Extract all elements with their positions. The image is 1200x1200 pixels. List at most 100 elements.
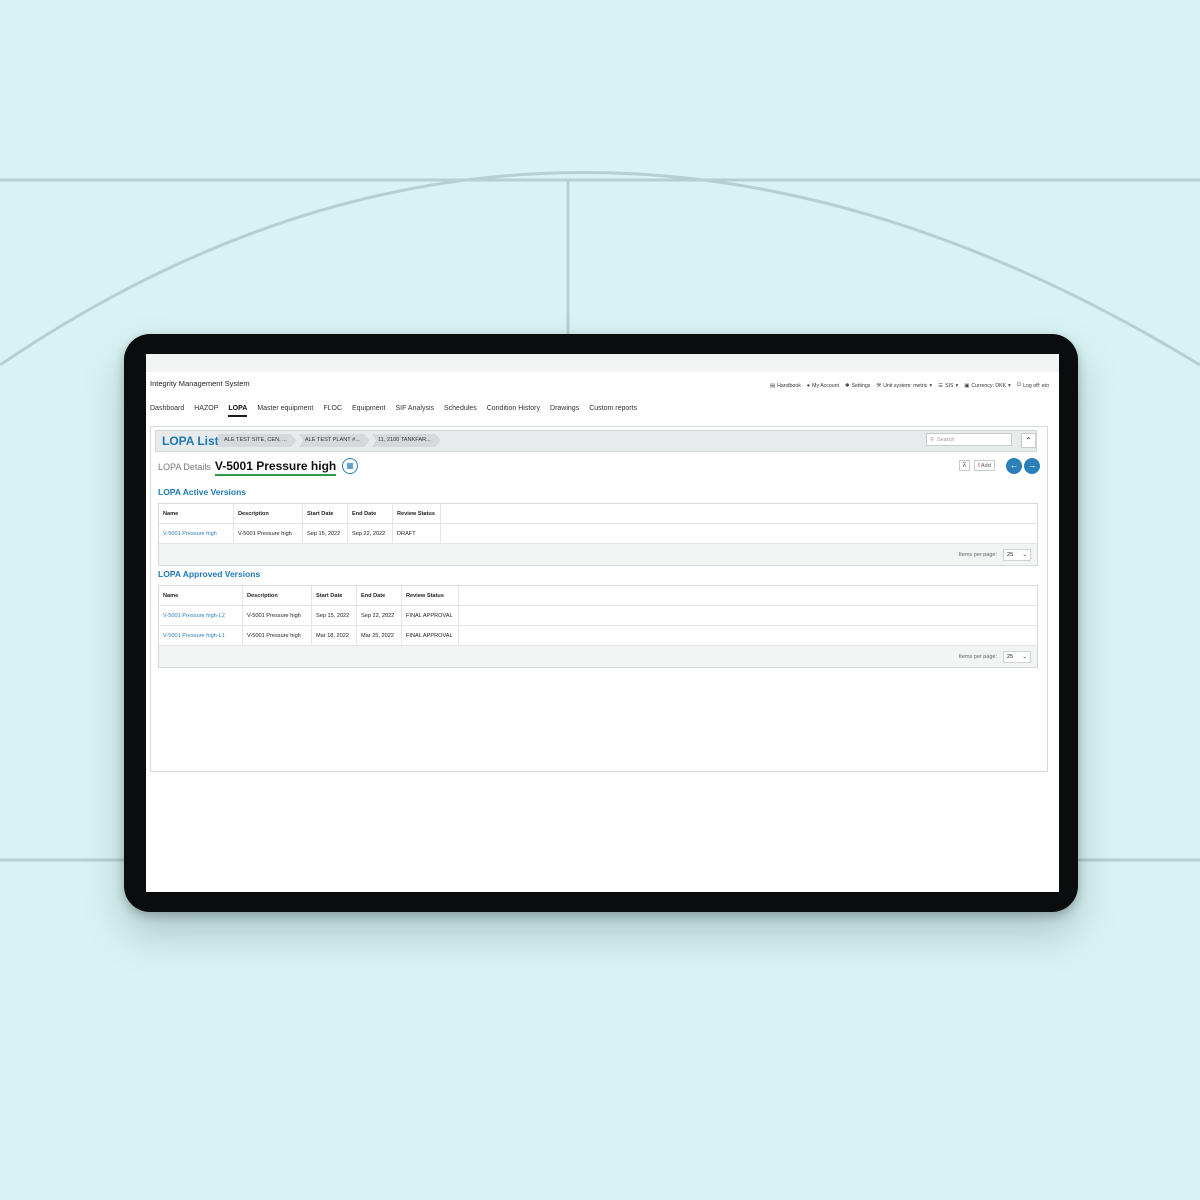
search-placeholder: Search [937, 436, 955, 443]
breadcrumb-item-area[interactable]: 11, 2100 TANKFAR... [371, 434, 441, 447]
column-header-description[interactable]: Description [234, 504, 303, 523]
column-header-name[interactable]: Name [159, 586, 243, 605]
table-header-row: Name Description Start Date End Date Rev… [159, 504, 1037, 524]
breadcrumb: ALE TEST SITE, CEN, ... ALE TEST PLANT #… [218, 434, 441, 447]
table-header-row: Name Description Start Date End Date Rev… [159, 586, 1037, 606]
nav-master-equipment[interactable]: Master equipment [257, 405, 313, 417]
nav-drawings[interactable]: Drawings [550, 405, 579, 417]
settings-link[interactable]: ✱ Settings [845, 382, 870, 389]
table-row[interactable]: V-5001 Pressure high-L2 V-5001 Pressure … [159, 606, 1037, 626]
nav-dashboard[interactable]: Dashboard [150, 405, 184, 417]
breadcrumb-item-plant[interactable]: ALE TEST PLANT #... [298, 434, 370, 447]
nav-condition-history[interactable]: Condition History [487, 405, 540, 417]
column-header-review-status[interactable]: Review Status [393, 504, 441, 523]
version-description: V-5001 Pressure high [243, 626, 312, 645]
list-icon: ☰ [938, 382, 944, 389]
chevron-up-icon: ⌃ [1025, 436, 1032, 445]
version-end-date: Sep 22, 2022 [357, 606, 402, 625]
next-button[interactable]: → [1024, 458, 1040, 474]
pagination-bar: Items per page: 25 ⌄ [159, 646, 1037, 667]
arrow-left-icon: ← [1009, 460, 1019, 470]
chevron-down-icon: ⌄ [1022, 551, 1027, 558]
utility-bar: ▤ Handbook ● My Account ✱ Settings ⚒ Unit sy… [770, 382, 1049, 389]
items-per-page-select[interactable]: 25 ⌄ [1003, 650, 1031, 663]
calendar-icon: ▦ [346, 461, 354, 470]
previous-button[interactable]: ← [1006, 458, 1022, 474]
lopa-panel: LOPA List ALE TEST SITE, CEN, ... ALE TE… [150, 426, 1048, 772]
power-icon: ⏻ [1016, 382, 1022, 388]
chevron-down-icon: ⌄ [1022, 653, 1027, 660]
version-start-date: Sep 15, 2022 [303, 524, 348, 543]
alert-icon: ! [978, 463, 980, 469]
pagination-bar: Items per page: 25 ⌄ [159, 544, 1037, 565]
column-header-start-date[interactable]: Start Date [312, 586, 357, 605]
table-row[interactable]: V-5001 Pressure high-L1 V-5001 Pressure … [159, 626, 1037, 646]
unit-system-dropdown[interactable]: ⚒ Unit system: metric ▾ [876, 382, 932, 389]
app-screen: Integrity Management System ▤ Handbook ● M… [146, 354, 1059, 892]
user-icon: ● [806, 382, 811, 389]
version-review-status: DRAFT [393, 524, 441, 543]
column-header-end-date[interactable]: End Date [357, 586, 402, 605]
collapse-button[interactable]: ⌃ [1021, 433, 1036, 448]
breadcrumb-item-site[interactable]: ALE TEST SITE, CEN, ... [218, 434, 297, 447]
app-title: Integrity Management System [150, 379, 250, 388]
approved-versions-table: Name Description Start Date End Date Rev… [158, 585, 1038, 668]
active-versions-table: Name Description Start Date End Date Rev… [158, 503, 1038, 566]
items-per-page-label: Items per page: [958, 653, 997, 660]
items-per-page-select[interactable]: 25 ⌄ [1003, 548, 1031, 561]
currency-dropdown[interactable]: ▣ Currency: DKK ▾ [964, 382, 1011, 389]
column-header-review-status[interactable]: Review Status [402, 586, 459, 605]
column-header-start-date[interactable]: Start Date [303, 504, 348, 523]
sis-dropdown[interactable]: ☰ SIS ▾ [938, 382, 958, 389]
version-review-status: FINAL APPROVAL [402, 626, 459, 645]
calendar-button[interactable]: ▦ [342, 458, 358, 474]
search-icon: ⚲ [930, 436, 935, 443]
lopa-list-title: LOPA List [162, 434, 219, 448]
nav-hazop[interactable]: HAZOP [194, 405, 218, 417]
caret-down-icon: ▾ [955, 382, 959, 389]
version-end-date: Sep 22, 2022 [348, 524, 393, 543]
version-start-date: Mar 18, 2022 [312, 626, 357, 645]
nav-schedules[interactable]: Schedules [444, 405, 477, 417]
version-name-link[interactable]: V-5001 Pressure high-L1 [159, 626, 243, 645]
pin-button[interactable]: ⊼ [959, 460, 970, 471]
version-name-link[interactable]: V-5001 Pressure high-L2 [159, 606, 243, 625]
my-account-link[interactable]: ● My Account [807, 382, 839, 389]
nav-floc[interactable]: FLOC [323, 405, 342, 417]
details-label: LOPA Details [158, 462, 211, 472]
handbook-link[interactable]: ▤ Handbook [770, 382, 801, 389]
lopa-list-header: LOPA List ALE TEST SITE, CEN, ... ALE TE… [155, 430, 1037, 452]
active-versions-title: LOPA Active Versions [158, 487, 247, 497]
column-header-name[interactable]: Name [159, 504, 234, 523]
column-header-end-date[interactable]: End Date [348, 504, 393, 523]
money-icon: ▣ [964, 382, 970, 389]
version-end-date: Mar 25, 2022 [357, 626, 402, 645]
column-header-description[interactable]: Description [243, 586, 312, 605]
version-start-date: Sep 15, 2022 [312, 606, 357, 625]
caret-down-icon: ▾ [929, 382, 933, 389]
add-button[interactable]: !Add [974, 460, 995, 471]
pin-icon: ⊼ [962, 463, 967, 469]
nav-custom-reports[interactable]: Custom reports [589, 405, 637, 417]
nav-equipment[interactable]: Equipment [352, 405, 385, 417]
details-title: V-5001 Pressure high [214, 459, 337, 476]
table-row[interactable]: V-5001 Pressure high V-5001 Pressure hig… [159, 524, 1037, 544]
log-off-link[interactable]: ⏻ Log off: eto [1017, 382, 1049, 389]
arrow-right-icon: → [1027, 460, 1037, 470]
search-input[interactable]: ⚲ Search [926, 433, 1012, 446]
gear-icon: ✱ [844, 382, 850, 389]
items-per-page-label: Items per page: [958, 551, 997, 558]
nav-lopa[interactable]: LOPA [228, 405, 247, 417]
wrench-icon: ⚒ [876, 382, 882, 389]
main-nav: Dashboard HAZOP LOPA Master equipment FL… [150, 405, 637, 417]
version-description: V-5001 Pressure high [234, 524, 303, 543]
caret-down-icon: ▾ [1008, 382, 1011, 389]
approved-versions-title: LOPA Approved Versions [158, 569, 261, 579]
version-description: V-5001 Pressure high [243, 606, 312, 625]
nav-sif-analysis[interactable]: SIF Analysis [395, 405, 434, 417]
book-icon: ▤ [769, 382, 776, 389]
lopa-details-header: LOPA Details V-5001 Pressure high [158, 459, 337, 476]
version-name-link[interactable]: V-5001 Pressure high [159, 524, 234, 543]
version-review-status: FINAL APPROVAL [402, 606, 459, 625]
top-strip [146, 354, 1059, 372]
